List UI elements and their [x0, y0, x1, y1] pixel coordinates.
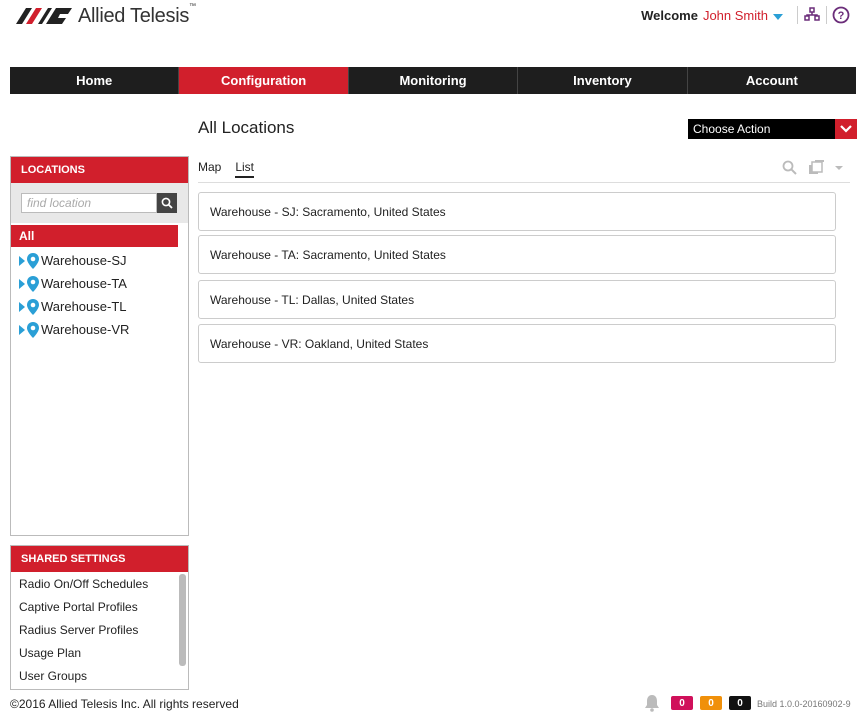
alert-badge-critical[interactable]: 0 [671, 696, 693, 710]
nav-inventory[interactable]: Inventory [518, 67, 688, 94]
location-card-sj[interactable]: Warehouse - SJ: Sacramento, United State… [198, 192, 836, 231]
location-search-input[interactable] [21, 193, 157, 213]
build-version: Build 1.0.0-20160902-9 [757, 699, 851, 709]
search-button[interactable] [157, 193, 177, 213]
alert-badge-warning[interactable]: 0 [700, 696, 722, 710]
shared-item-radius-server[interactable]: Radius Server Profiles [11, 618, 188, 641]
view-tabs: Map List [198, 160, 255, 178]
svg-text:?: ? [838, 10, 845, 22]
alert-count: 0 [679, 697, 685, 709]
locations-header: LOCATIONS [11, 157, 188, 183]
shared-item-user-groups[interactable]: User Groups [11, 664, 188, 687]
expand-arrow-icon[interactable] [19, 301, 25, 312]
expand-arrow-icon[interactable] [19, 324, 25, 335]
location-card-vr[interactable]: Warehouse - VR: Oakland, United States [198, 324, 836, 363]
locations-panel: LOCATIONS All Warehouse-SJ Warehouse-TA … [10, 156, 189, 536]
nav-account[interactable]: Account [688, 67, 856, 94]
nav-monitoring[interactable]: Monitoring [349, 67, 519, 94]
user-name[interactable]: John Smith [703, 8, 768, 23]
shared-settings-header: SHARED SETTINGS [11, 546, 188, 572]
tab-map[interactable]: Map [198, 160, 221, 178]
page-title: All Locations [198, 118, 295, 137]
location-item-ta[interactable]: Warehouse-TA [11, 272, 188, 295]
expand-arrow-icon[interactable] [19, 278, 25, 289]
logo-mark-icon [16, 8, 72, 24]
copyright: ©2016 Allied Telesis Inc. All rights res… [10, 697, 239, 711]
help-icon[interactable]: ? [831, 5, 851, 25]
nav-home[interactable]: Home [10, 67, 180, 94]
columns-menu-icon[interactable] [809, 160, 849, 175]
location-all[interactable]: All [11, 225, 178, 247]
tab-list[interactable]: List [235, 160, 255, 178]
shared-item-captive-portal[interactable]: Captive Portal Profiles [11, 595, 188, 618]
location-item-label: Warehouse-TA [41, 276, 127, 291]
welcome-label: Welcome [641, 8, 698, 23]
expand-arrow-icon[interactable] [19, 255, 25, 266]
map-pin-icon [27, 298, 39, 315]
location-item-vr[interactable]: Warehouse-VR [11, 318, 188, 341]
shared-item-radio-schedules[interactable]: Radio On/Off Schedules [11, 572, 188, 595]
chevron-down-icon[interactable] [773, 13, 783, 20]
chevron-down-icon[interactable] [835, 119, 857, 139]
search-icon[interactable] [782, 160, 797, 175]
choose-action-label: Choose Action [693, 122, 771, 136]
location-item-tl[interactable]: Warehouse-TL [11, 295, 188, 318]
location-item-sj[interactable]: Warehouse-SJ [11, 249, 188, 272]
brand-logo: Allied Telesis™ [16, 2, 196, 27]
bell-icon[interactable] [643, 694, 661, 712]
header-divider [797, 6, 798, 24]
tabs-divider [198, 182, 850, 183]
map-pin-icon [27, 275, 39, 292]
choose-action-dropdown[interactable]: Choose Action [688, 119, 857, 139]
location-item-label: Warehouse-SJ [41, 253, 127, 268]
location-card-ta[interactable]: Warehouse - TA: Sacramento, United State… [198, 235, 836, 274]
location-card-tl[interactable]: Warehouse - TL: Dallas, United States [198, 280, 836, 319]
nav-configuration[interactable]: Configuration [179, 67, 349, 94]
user-menu[interactable]: Welcome John Smith [641, 8, 783, 23]
location-item-label: Warehouse-VR [41, 322, 130, 337]
header-divider [826, 6, 827, 24]
search-icon [161, 197, 173, 209]
logo-trademark: ™ [189, 2, 196, 10]
alert-count: 0 [708, 697, 714, 709]
logo-text: Allied Telesis [78, 4, 190, 27]
map-pin-icon [27, 321, 39, 338]
alert-count: 0 [737, 697, 743, 709]
scrollbar[interactable] [179, 574, 186, 666]
location-item-label: Warehouse-TL [41, 299, 127, 314]
map-pin-icon [27, 252, 39, 269]
alert-badge-info[interactable]: 0 [729, 696, 751, 710]
network-tree-icon[interactable] [802, 5, 822, 25]
location-search [11, 183, 188, 223]
shared-settings-panel: SHARED SETTINGS Radio On/Off Schedules C… [10, 545, 189, 690]
shared-item-usage-plan[interactable]: Usage Plan [11, 641, 188, 664]
main-nav: Home Configuration Monitoring Inventory … [10, 67, 856, 94]
